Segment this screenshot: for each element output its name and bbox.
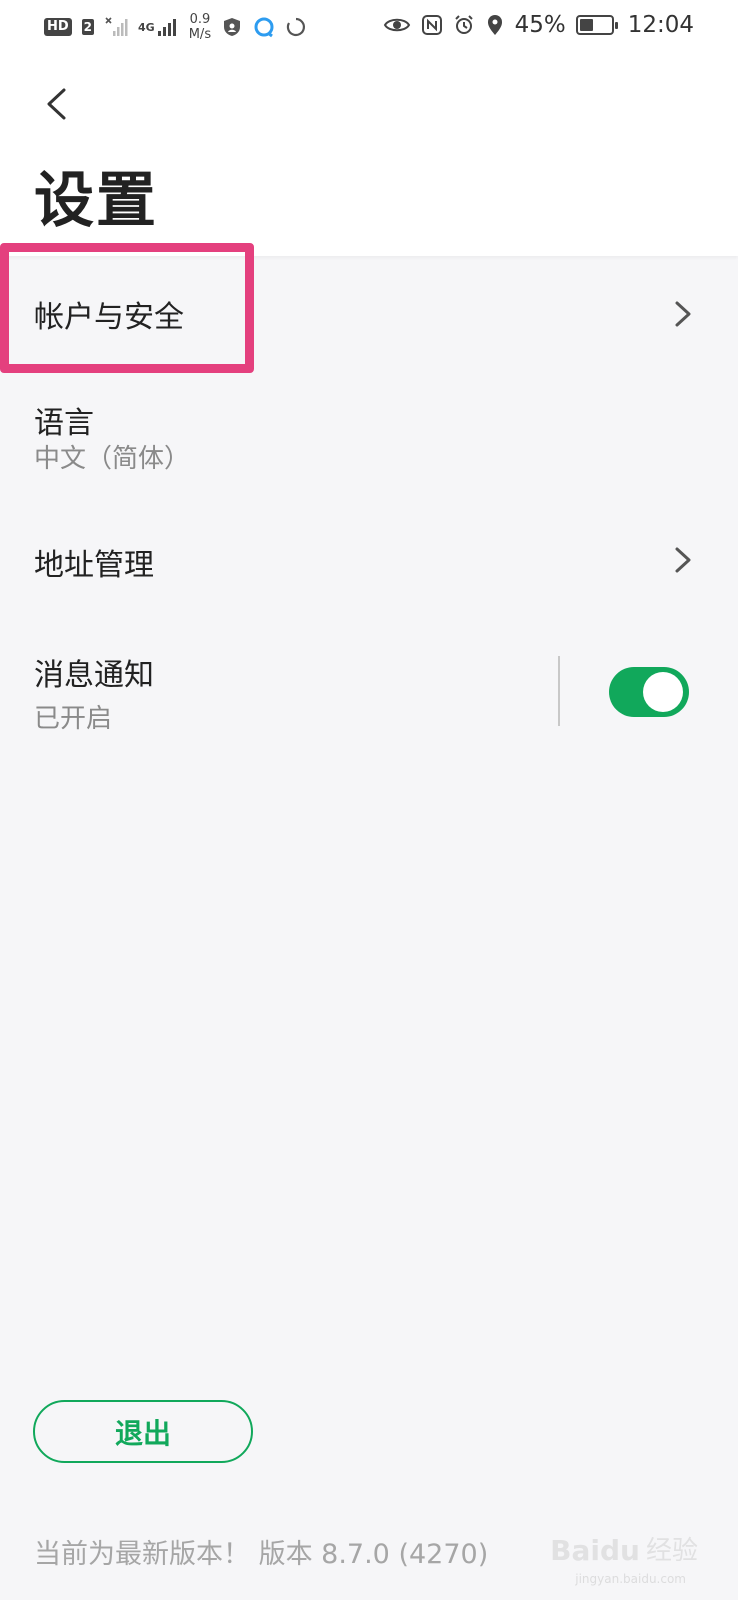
back-arrow-icon: [47, 88, 66, 120]
back-button[interactable]: [34, 82, 78, 126]
watermark-url: jingyan.baidu.com: [575, 1572, 686, 1586]
watermark: Baidu 经验: [550, 1530, 698, 1567]
browser-app-icon: [254, 17, 274, 38]
alarm-icon: [454, 15, 473, 34]
settings-item-language[interactable]: 语言 中文（简体）: [0, 386, 738, 496]
network-speed: 0.9 M/s: [188, 12, 212, 42]
status-left: HD 2 4G 0.9 M/s: [44, 12, 307, 42]
security-shield-icon: [224, 18, 241, 36]
settings-item-address[interactable]: 地址管理: [0, 500, 738, 620]
signal-no-service-icon: [105, 17, 128, 36]
eye-comfort-icon: [383, 18, 410, 32]
network-type: 4G: [138, 16, 179, 38]
settings-item-label: 消息通知: [34, 658, 154, 693]
watermark-logo: Baidu: [550, 1534, 640, 1567]
logout-button[interactable]: 退出: [33, 1400, 253, 1463]
sync-circle-icon: [286, 17, 306, 37]
settings-item-label: 语言: [34, 406, 94, 441]
toggle-knob: [643, 672, 683, 712]
page-title: 设置: [34, 166, 158, 236]
version-text: 当前为最新版本！ 版本 8.7.0 (4270): [34, 1539, 489, 1570]
battery-percent: 45%: [514, 12, 566, 38]
settings-item-value: 中文（简体）: [34, 444, 191, 474]
chevron-right-icon: [675, 547, 691, 573]
status-right: 45% 12:04: [383, 12, 694, 38]
sim-badge: 2: [81, 19, 95, 35]
location-icon: [487, 15, 502, 35]
vertical-divider: [558, 656, 560, 726]
watermark-text: 经验: [645, 1536, 698, 1566]
chevron-right-icon: [675, 301, 691, 327]
header: HD 2 4G 0.9 M/s 45% 12:04 设置: [0, 0, 738, 256]
battery-level: [579, 19, 594, 31]
settings-item-value: 已开启: [34, 704, 113, 734]
highlight-box: [0, 243, 254, 373]
signal-strength-icon: [157, 19, 176, 36]
clock: 12:04: [627, 12, 694, 38]
status-bar: HD 2 4G 0.9 M/s 45% 12:04: [0, 0, 738, 52]
settings-item-label: 地址管理: [34, 548, 154, 583]
notifications-toggle[interactable]: [609, 667, 689, 717]
hd-badge: HD: [44, 18, 72, 36]
battery-icon: [575, 15, 618, 35]
nfc-icon: [421, 15, 442, 35]
